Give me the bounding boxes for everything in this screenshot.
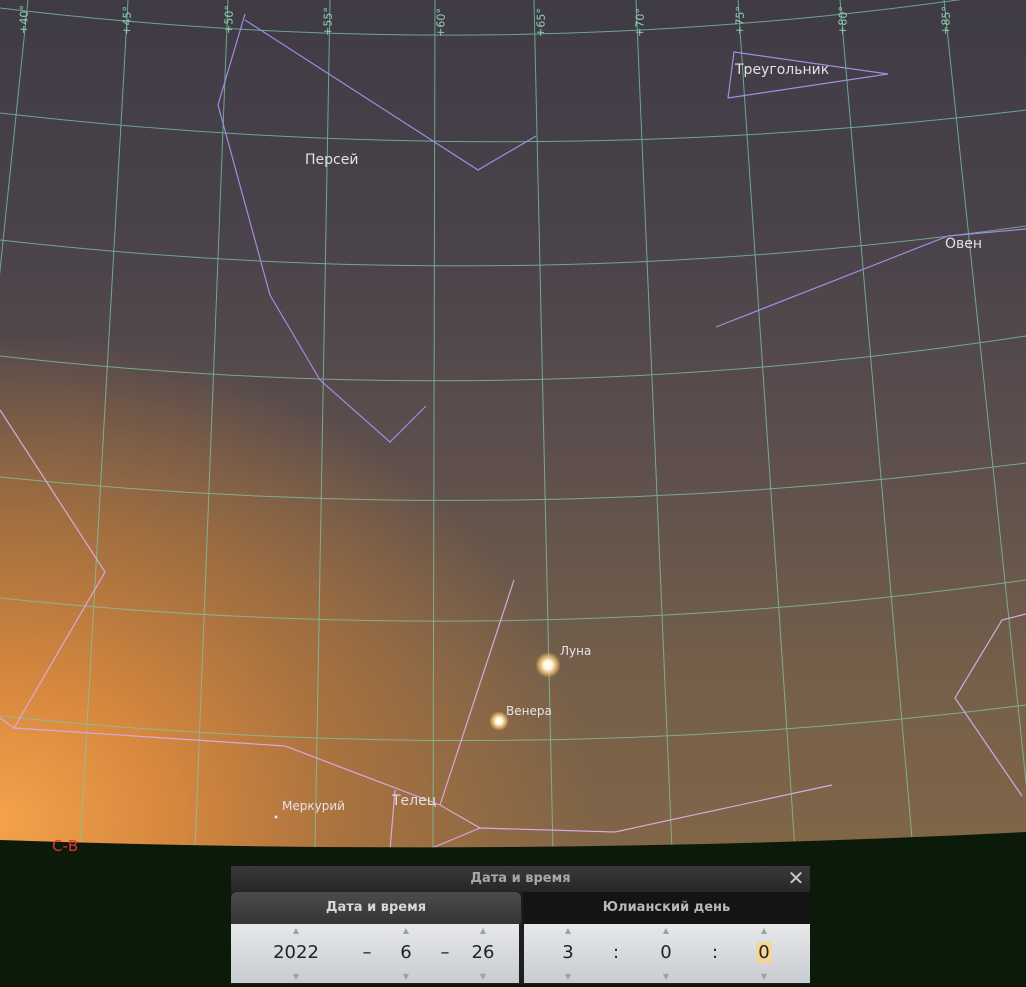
dialog-title[interactable]: Дата и время: [231, 866, 810, 892]
chevron-down-icon[interactable]: ▼: [538, 972, 598, 982]
time-separator: :: [711, 942, 719, 963]
chevron-up-icon[interactable]: ▲: [538, 926, 598, 936]
ra-label: +50°: [222, 5, 236, 34]
chevron-up-icon[interactable]: ▲: [266, 926, 326, 936]
chevron-up-icon[interactable]: ▲: [636, 926, 696, 936]
constellation-label-triangulum: Треугольник: [734, 62, 829, 78]
ra-label: +60°: [434, 8, 448, 37]
month-spinner[interactable]: ▲ 6 ▼: [376, 924, 436, 983]
object-label-mercury: Меркурий: [282, 799, 345, 813]
hour-value[interactable]: 3: [538, 942, 598, 964]
object-label-venus: Венера: [506, 704, 552, 718]
ra-label: +45°: [120, 6, 134, 35]
tab-julian-day[interactable]: Юлианский день: [523, 892, 810, 924]
date-separator: –: [440, 942, 450, 963]
chevron-down-icon[interactable]: ▼: [734, 972, 794, 982]
ra-label: +75°: [733, 6, 747, 35]
ra-label: +85°: [939, 6, 953, 35]
hour-spinner[interactable]: ▲ 3 ▼: [538, 924, 598, 983]
month-value[interactable]: 6: [376, 942, 436, 964]
constellation-label-taurus: Телец: [391, 793, 436, 809]
close-icon[interactable]: ✕: [786, 868, 806, 888]
zodiac-lines: [0, 409, 1026, 851]
year-value[interactable]: 2022: [266, 942, 326, 964]
moon-icon[interactable]: [535, 652, 561, 678]
coordinate-grid: [0, 0, 1026, 851]
ra-label: +65°: [534, 8, 548, 37]
cardinal-northeast-label: С-В: [52, 837, 78, 855]
chevron-down-icon[interactable]: ▼: [376, 972, 436, 982]
constellation-label-aries: Овен: [945, 236, 982, 252]
chevron-up-icon[interactable]: ▲: [734, 926, 794, 936]
date-separator: –: [362, 942, 372, 963]
ra-label: +40°: [17, 5, 31, 34]
year-spinner[interactable]: ▲ 2022 ▼: [266, 924, 326, 983]
ra-label: +55°: [321, 7, 335, 36]
mercury-icon[interactable]: [274, 815, 278, 819]
chevron-up-icon[interactable]: ▲: [453, 926, 513, 936]
minute-value[interactable]: 0: [636, 942, 696, 964]
ra-label: +80°: [836, 6, 850, 35]
chevron-down-icon[interactable]: ▼: [266, 972, 326, 982]
chevron-down-icon[interactable]: ▼: [453, 972, 513, 982]
ra-label: +70°: [633, 8, 647, 37]
second-value-wrap[interactable]: 0: [734, 942, 794, 964]
date-time-dialog: Дата и время ✕ Дата и время Юлианский де…: [231, 866, 810, 984]
tab-date-time[interactable]: Дата и время: [231, 892, 521, 924]
time-panel: ▲ 3 ▼ : ▲ 0 ▼ : ▲ 0 ▼: [524, 924, 810, 983]
object-label-moon: Луна: [560, 644, 591, 658]
minute-spinner[interactable]: ▲ 0 ▼: [636, 924, 696, 983]
perseus-lines: [217, 13, 537, 443]
second-value[interactable]: 0: [756, 942, 772, 963]
second-spinner[interactable]: ▲ 0 ▼: [734, 924, 794, 983]
constellation-lines: [217, 13, 1026, 443]
sky-overlay: +40° +45° +50° +55° +60° +65° +70° +75° …: [0, 0, 1026, 987]
chevron-down-icon[interactable]: ▼: [636, 972, 696, 982]
date-panel: ▲ 2022 ▼ – ▲ 6 ▼ – ▲ 26 ▼: [231, 924, 519, 983]
day-spinner[interactable]: ▲ 26 ▼: [453, 924, 513, 983]
time-separator: :: [612, 942, 620, 963]
chevron-up-icon[interactable]: ▲: [376, 926, 436, 936]
constellation-label-perseus: Персей: [305, 152, 358, 168]
day-value[interactable]: 26: [453, 942, 513, 964]
ra-labels: +40° +45° +50° +55° +60° +65° +70° +75° …: [17, 5, 953, 37]
